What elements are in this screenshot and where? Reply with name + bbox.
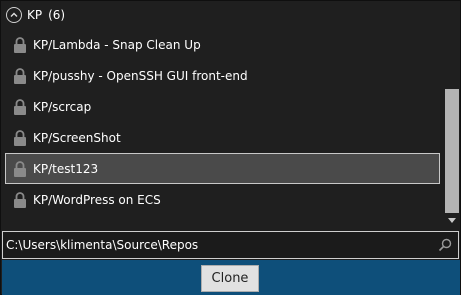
footer-bar: Clone	[2, 260, 460, 295]
collapse-chevron-up-icon[interactable]	[6, 7, 22, 23]
lock-icon	[13, 191, 27, 208]
repo-label: KP/scrcap	[33, 99, 92, 114]
lock-icon	[13, 98, 27, 115]
repo-label: KP/test123	[33, 161, 99, 176]
group-count: (6)	[48, 8, 66, 22]
group-header[interactable]: KP (6)	[2, 2, 460, 28]
group-label: KP	[27, 8, 43, 22]
repo-item-test123[interactable]: KP/test123	[5, 153, 440, 184]
vertical-scrollbar[interactable]	[444, 29, 460, 225]
scroll-thumb[interactable]	[445, 89, 459, 213]
clone-button[interactable]: Clone	[201, 265, 259, 292]
repo-label: KP/pusshy - OpenSSH GUI front-end	[33, 68, 248, 83]
repo-item-pusshy[interactable]: KP/pusshy - OpenSSH GUI front-end	[2, 60, 444, 91]
clone-window: KP (6) KP/Lambda - Snap Clean Up KP/puss…	[0, 0, 461, 295]
search-icon[interactable]	[436, 236, 454, 254]
clone-path-input[interactable]	[3, 233, 436, 257]
path-bar	[2, 231, 459, 259]
repo-item-scrcap[interactable]: KP/scrcap	[2, 91, 444, 122]
repo-item-screenshot[interactable]: KP/ScreenShot	[2, 122, 444, 153]
repo-item-wordpress[interactable]: KP/WordPress on ECS	[2, 184, 444, 215]
lock-icon	[13, 67, 27, 84]
repo-label: KP/WordPress on ECS	[33, 192, 161, 207]
scroll-down-arrow-icon[interactable]	[447, 214, 457, 224]
lock-icon	[13, 129, 27, 146]
lock-icon	[13, 160, 27, 177]
repo-label: KP/ScreenShot	[33, 130, 121, 145]
repo-label: KP/Lambda - Snap Clean Up	[33, 37, 201, 52]
lock-icon	[13, 36, 27, 53]
repo-item-lambda[interactable]: KP/Lambda - Snap Clean Up	[2, 29, 444, 60]
repository-list: KP/Lambda - Snap Clean Up KP/pusshy - Op…	[2, 29, 444, 221]
